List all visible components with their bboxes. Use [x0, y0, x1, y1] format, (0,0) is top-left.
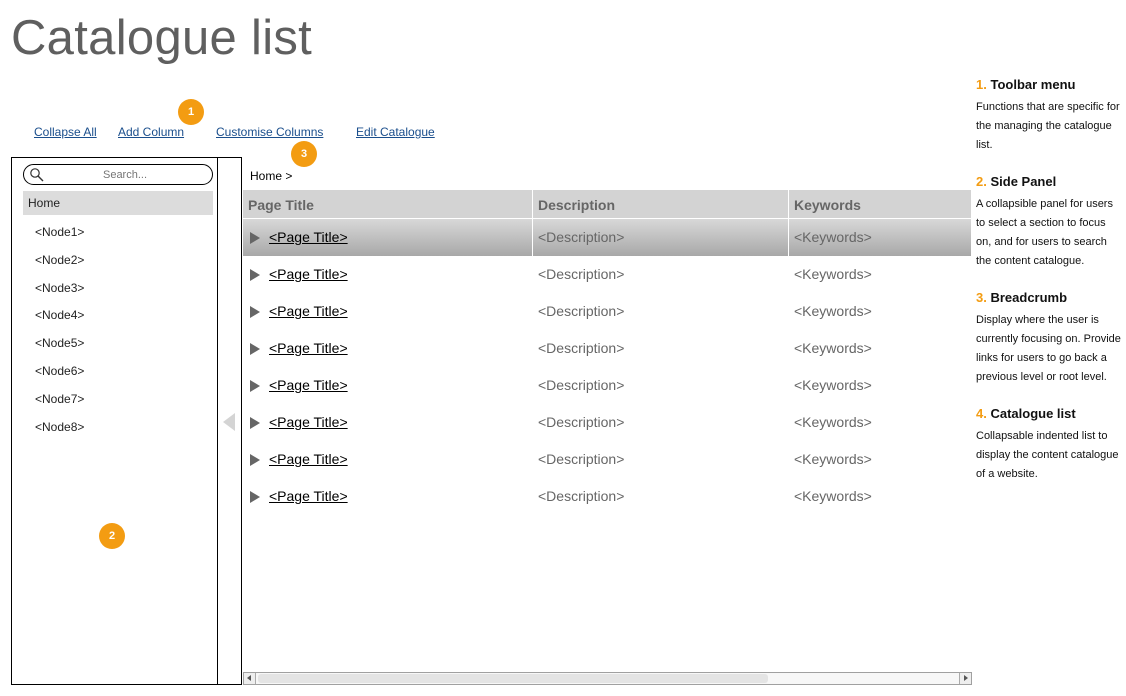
annotation-notes: 1. Toolbar menu Functions that are speci…	[976, 76, 1121, 502]
cell-keywords: <Keywords>	[794, 229, 872, 245]
annotation-badge-1: 1	[178, 99, 204, 125]
breadcrumb[interactable]: Home >	[250, 169, 292, 183]
page-title: Catalogue list	[11, 11, 313, 65]
page-title-link[interactable]: <Page Title>	[269, 451, 348, 467]
side-panel: Home <Node1> <Node2> <Node3> <Node4> <No…	[11, 157, 218, 685]
cell-keywords: <Keywords>	[794, 266, 872, 282]
cell-description: <Description>	[538, 414, 625, 430]
expand-triangle-icon[interactable]	[250, 491, 260, 503]
search-icon	[30, 168, 44, 182]
cell-page-title: <Page Title>	[243, 478, 533, 515]
cell-keywords: <Keywords>	[794, 303, 872, 319]
cell-description: <Description>	[538, 303, 625, 319]
horizontal-scrollbar[interactable]	[243, 672, 972, 685]
scroll-right-icon[interactable]	[959, 673, 971, 684]
column-header-description[interactable]: Description	[533, 190, 789, 218]
cell-keywords: <Keywords>	[794, 488, 872, 504]
table-row[interactable]: <Page Title> <Description> <Keywords>	[243, 478, 971, 515]
side-item-node[interactable]: <Node1>	[12, 218, 217, 246]
cell-keywords: <Keywords>	[794, 414, 872, 430]
side-item-node[interactable]: <Node5>	[12, 329, 217, 357]
table-row[interactable]: <Page Title> <Description> <Keywords>	[243, 367, 971, 404]
table-body: <Page Title> <Description> <Keywords> <Page…	[243, 219, 971, 515]
note-number: 4.	[976, 406, 987, 421]
edit-catalogue-link[interactable]: Edit Catalogue	[356, 125, 435, 139]
expand-triangle-icon[interactable]	[250, 306, 260, 318]
column-header-keywords[interactable]: Keywords	[789, 190, 971, 218]
table-header: Page Title Description Keywords	[243, 190, 971, 219]
cell-description: <Description>	[538, 488, 625, 504]
cell-description: <Description>	[533, 219, 789, 256]
table-row[interactable]: <Page Title> <Description> <Keywords>	[243, 219, 971, 256]
note-body: A collapsible panel for users to select …	[976, 198, 1113, 267]
cell-description: <Description>	[538, 451, 625, 467]
page-title-link[interactable]: <Page Title>	[269, 377, 348, 393]
expand-triangle-icon[interactable]	[250, 417, 260, 429]
note-breadcrumb: 3. Breadcrumb Display where the user is …	[976, 289, 1121, 387]
cell-page-title: <Page Title>	[243, 330, 533, 367]
side-panel-collapse-bar[interactable]	[218, 157, 242, 685]
cell-page-title: <Page Title>	[243, 441, 533, 478]
table-row[interactable]: <Page Title> <Description> <Keywords>	[243, 404, 971, 441]
add-column-link[interactable]: Add Column	[118, 125, 184, 139]
cell-description: <Description>	[538, 340, 625, 356]
side-item-home[interactable]: Home	[23, 191, 213, 215]
page-title-link[interactable]: <Page Title>	[269, 266, 348, 282]
note-number: 3.	[976, 290, 987, 305]
scroll-left-icon[interactable]	[244, 673, 256, 684]
side-item-node[interactable]: <Node7>	[12, 385, 217, 413]
page-title-link[interactable]: <Page Title>	[269, 488, 348, 504]
side-item-node[interactable]: <Node6>	[12, 357, 217, 385]
search-box	[23, 164, 213, 185]
column-header-page-title[interactable]: Page Title	[243, 190, 533, 218]
note-body: Collapsable indented list to display the…	[976, 430, 1119, 480]
table-row[interactable]: <Page Title> <Description> <Keywords>	[243, 441, 971, 478]
expand-triangle-icon[interactable]	[250, 343, 260, 355]
note-number: 1.	[976, 77, 987, 92]
cell-page-title: <Page Title>	[243, 256, 533, 293]
catalogue-table: Page Title Description Keywords <Page Ti…	[243, 190, 971, 515]
cell-keywords: <Keywords>	[794, 340, 872, 356]
note-catalogue-list: 4. Catalogue list Collapsable indented l…	[976, 405, 1121, 484]
cell-keywords: <Keywords>	[794, 377, 872, 393]
expand-triangle-icon[interactable]	[250, 454, 260, 466]
side-item-node[interactable]: <Node2>	[12, 246, 217, 274]
note-title: Catalogue list	[990, 406, 1076, 421]
annotation-badge-3: 3	[291, 141, 317, 167]
expand-triangle-icon[interactable]	[250, 269, 260, 281]
search-input[interactable]	[48, 167, 202, 183]
note-title: Breadcrumb	[990, 290, 1068, 305]
side-item-node[interactable]: <Node4>	[12, 301, 217, 329]
node-list: <Node1> <Node2> <Node3> <Node4> <Node5> …	[12, 218, 217, 440]
table-row[interactable]: <Page Title> <Description> <Keywords>	[243, 330, 971, 367]
page-title-link[interactable]: <Page Title>	[269, 340, 348, 356]
cell-description: <Description>	[538, 266, 625, 282]
customise-columns-link[interactable]: Customise Columns	[216, 125, 323, 139]
note-side-panel: 2. Side Panel A collapsible panel for us…	[976, 173, 1121, 271]
side-item-node[interactable]: <Node3>	[12, 274, 217, 302]
cell-description: <Description>	[538, 377, 625, 393]
cell-page-title: <Page Title>	[243, 293, 533, 330]
note-title: Side Panel	[990, 174, 1057, 189]
page-title-link[interactable]: <Page Title>	[269, 229, 348, 245]
page-title-link[interactable]: <Page Title>	[269, 303, 348, 319]
cell-keywords: <Keywords>	[794, 451, 872, 467]
cell-page-title: <Page Title>	[243, 367, 533, 404]
table-row[interactable]: <Page Title> <Description> <Keywords>	[243, 293, 971, 330]
scrollbar-thumb[interactable]	[258, 674, 768, 683]
side-item-node[interactable]: <Node8>	[12, 413, 217, 441]
cell-page-title: <Page Title>	[243, 404, 533, 441]
page-title-link[interactable]: <Page Title>	[269, 414, 348, 430]
note-title: Toolbar menu	[990, 77, 1076, 92]
table-row[interactable]: <Page Title> <Description> <Keywords>	[243, 256, 971, 293]
collapse-left-icon[interactable]	[223, 413, 235, 431]
note-number: 2.	[976, 174, 987, 189]
collapse-all-link[interactable]: Collapse All	[34, 125, 97, 139]
note-body: Display where the user is currently focu…	[976, 314, 1121, 383]
note-toolbar-menu: 1. Toolbar menu Functions that are speci…	[976, 76, 1121, 155]
expand-triangle-icon[interactable]	[250, 380, 260, 392]
note-body: Functions that are specific for the mana…	[976, 101, 1120, 151]
expand-triangle-icon[interactable]	[250, 232, 260, 244]
cell-page-title: <Page Title>	[243, 219, 533, 256]
